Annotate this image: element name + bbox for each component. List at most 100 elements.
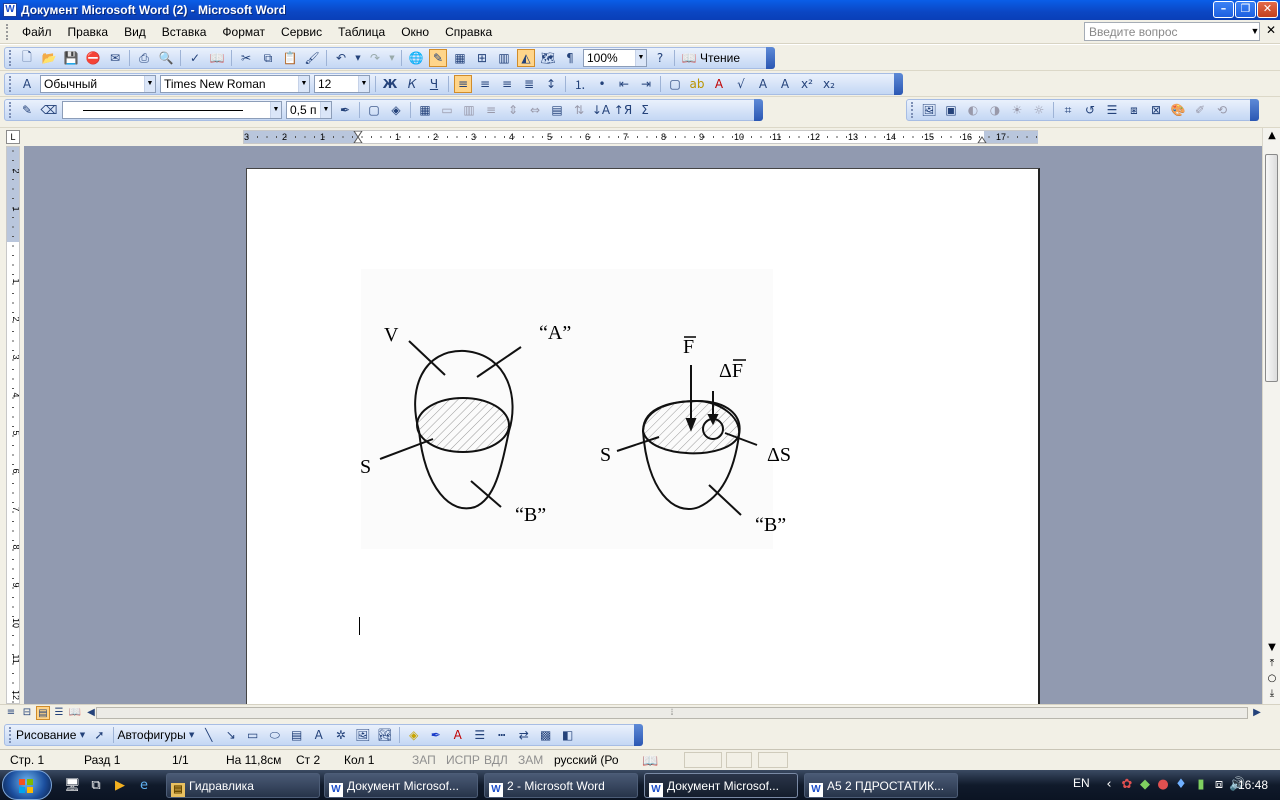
more-brightness-icon[interactable]: ☀ [1008,101,1026,119]
picture-icon[interactable]: 🏞 [376,726,394,744]
email-icon[interactable]: ✉ [106,49,124,67]
close-button[interactable]: ✕ [1257,1,1278,18]
sort-ascending-icon[interactable]: ↓A [592,101,610,119]
switch-windows-icon[interactable]: ⧉ [88,778,104,794]
styles-icon[interactable]: A [18,75,36,93]
align-center-icon[interactable]: ≡ [476,75,494,93]
taskbar-item-word-3[interactable]: W А5 2 ПДРОСТАТИК... [804,773,958,798]
chevron-down-icon[interactable]: ▼ [388,49,396,67]
increase-indent-icon[interactable]: ⇥ [637,75,655,93]
document-page[interactable]: V “A” S “B” F ΔF S ΔS “B” [246,168,1040,704]
minimize-button[interactable]: – [1213,1,1234,18]
insert-picture-icon[interactable]: 🖼 [920,101,938,119]
print-layout-icon[interactable]: ▤ [36,706,50,720]
crop-icon[interactable]: ⌗ [1059,101,1077,119]
print-icon[interactable]: ⎙ [135,49,153,67]
toolbar-grip[interactable] [9,76,12,92]
bold-icon[interactable]: Ж [381,75,399,93]
toolbar-options[interactable] [894,73,903,95]
border-color-icon[interactable]: ✒ [336,101,354,119]
menu-insert[interactable]: Вставка [154,25,215,39]
tray-app-icon[interactable]: ● [1155,777,1171,793]
line-color-icon[interactable]: ✒ [427,726,445,744]
color-icon[interactable]: ▣ [942,101,960,119]
insert-excel-icon[interactable]: ⊞ [473,49,491,67]
show-desktop-icon[interactable]: 🖥 [64,778,81,794]
select-objects-icon[interactable]: ➚ [90,726,108,744]
menu-window[interactable]: Окно [393,25,437,39]
status-record-macro[interactable]: ЗАП [412,753,436,767]
new-document-icon[interactable]: 🗋 [18,49,36,67]
taskbar-item-word-active[interactable]: W Документ Microsof... [644,773,798,798]
document-close-icon[interactable]: ✕ [1266,23,1276,37]
drawing-icon[interactable]: ◭ [517,49,535,67]
copy-icon[interactable]: ⧉ [259,49,277,67]
permission-icon[interactable]: ⛔ [84,49,102,67]
more-contrast-icon[interactable]: ◐ [964,101,982,119]
wordart-icon[interactable]: A [310,726,328,744]
tab-selector-button[interactable]: L [6,130,20,144]
chevron-down-icon[interactable]: ▼ [188,726,196,744]
taskbar-item-folder[interactable]: ▤ Гидравлика [166,773,320,798]
font-color-icon[interactable]: A [449,726,467,744]
maximize-button[interactable]: ❐ [1235,1,1256,18]
numbering-icon[interactable]: ⒈ [571,75,589,93]
reading-button[interactable]: Чтение [700,51,740,65]
menu-format[interactable]: Формат [214,25,273,39]
redo-icon[interactable]: ↷ [366,49,384,67]
taskbar-item-word-2[interactable]: W 2 - Microsoft Word [484,773,638,798]
diagram-icon[interactable]: ✲ [332,726,350,744]
style-select[interactable]: Обычный ▼ [40,75,156,93]
split-cells-icon[interactable]: ▥ [460,101,478,119]
toolbar-grip[interactable] [9,102,12,118]
chevron-down-icon[interactable]: ▼ [298,76,309,92]
columns-icon[interactable]: ▥ [495,49,513,67]
horizontal-scrollbar-thumb[interactable]: ⦙ [96,707,1248,719]
chevron-down-icon[interactable]: ▼ [1249,23,1261,40]
hyperlink-icon[interactable]: 🌐 [407,49,425,67]
web-layout-icon[interactable]: ⊟ [20,706,34,720]
menu-help[interactable]: Справка [437,25,500,39]
less-brightness-icon[interactable]: ☼ [1030,101,1048,119]
font-size-select[interactable]: 12 ▼ [314,75,370,93]
underline-icon[interactable]: Ч [425,75,443,93]
align-left-icon[interactable]: ≡ [454,75,472,93]
vertical-scrollbar[interactable]: ▲ ▼ ⤒ ○ ⤓ [1262,128,1280,704]
arrow-icon[interactable]: ↘ [222,726,240,744]
chevron-down-icon[interactable]: ▼ [270,102,281,118]
superscript-icon[interactable]: x² [798,75,816,93]
oval-icon[interactable]: ⬭ [266,726,284,744]
insert-table-icon[interactable]: ▦ [416,101,434,119]
status-extend[interactable]: ВДЛ [484,753,508,767]
align-cell-icon[interactable]: ≡ [482,101,500,119]
toolbar-options[interactable] [634,724,643,746]
outline-view-icon[interactable]: ☰ [52,706,66,720]
scroll-up-icon[interactable]: ▲ [1266,130,1278,142]
distribute-columns-icon[interactable]: ⇔ [526,101,544,119]
undo-icon[interactable]: ↶ [332,49,350,67]
toolbar-grip[interactable] [9,727,12,743]
tray-app-icon[interactable]: ✿ [1119,777,1135,793]
grow-font-icon[interactable]: A [754,75,772,93]
vertical-ruler[interactable]: 2 1 1 2 3 4 5 6 7 8 9 10 11 12 [6,146,20,704]
print-preview-icon[interactable]: 🔍 [157,49,175,67]
autoformat-icon[interactable]: ▤ [548,101,566,119]
subscript-icon[interactable]: x₂ [820,75,838,93]
highlight-icon[interactable]: ab [688,75,706,93]
start-button[interactable] [2,770,52,800]
borders-icon[interactable]: ▢ [666,75,684,93]
toolbar-grip[interactable] [911,102,914,118]
menu-view[interactable]: Вид [116,25,154,39]
line-style-select[interactable]: ▼ [62,101,282,119]
taskbar-item-word-1[interactable]: W Документ Microsof... [324,773,478,798]
autosum-icon[interactable]: Σ [636,101,654,119]
menu-edit[interactable]: Правка [60,25,117,39]
paste-icon[interactable]: 📋 [281,49,299,67]
insert-table-icon[interactable]: ▦ [451,49,469,67]
rectangle-icon[interactable]: ▭ [244,726,262,744]
draw-menu-button[interactable]: Рисование [16,728,76,742]
reading-layout-icon[interactable]: 📖 [68,706,82,720]
3d-style-icon[interactable]: ◧ [559,726,577,744]
italic-icon[interactable]: К [403,75,421,93]
line-spacing-icon[interactable]: ↕ [542,75,560,93]
